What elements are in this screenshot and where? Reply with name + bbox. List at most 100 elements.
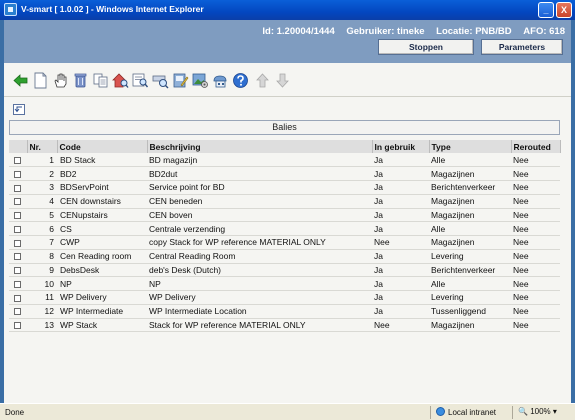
column-header-type[interactable]: Type xyxy=(429,140,512,153)
cell-nr: 11 xyxy=(27,290,57,305)
cell-nr: 1 xyxy=(27,153,57,168)
row-checkbox[interactable] xyxy=(14,239,21,247)
cell-beschrijving: NP xyxy=(147,276,372,291)
new-document-icon[interactable] xyxy=(32,72,49,89)
row-checkbox[interactable] xyxy=(14,308,21,316)
row-checkbox[interactable] xyxy=(9,208,27,223)
binoculars-icon[interactable] xyxy=(152,72,169,89)
table-row[interactable]: 13 WP Stack Stack for WP reference MATERIA… xyxy=(9,318,560,333)
table-row[interactable]: 11 WP Delivery WP Delivery Ja Levering Nee xyxy=(9,290,560,305)
down-arrow-icon[interactable] xyxy=(274,72,291,89)
cell-nr: 10 xyxy=(27,276,57,291)
cell-beschrijving: Central Reading Room xyxy=(147,249,372,264)
row-checkbox[interactable] xyxy=(9,166,27,181)
row-checkbox[interactable] xyxy=(14,322,21,330)
table-row[interactable]: 5 CENupstairs CEN boven Ja Magazijnen Nee xyxy=(9,208,560,223)
help-icon[interactable] xyxy=(232,72,249,89)
row-checkbox[interactable] xyxy=(14,156,21,164)
cell-rerouted: Nee xyxy=(511,318,560,333)
table-row[interactable]: 9 DebsDesk deb's Desk (Dutch) Ja Berichtenve… xyxy=(9,263,560,278)
status-divider xyxy=(512,406,513,419)
row-checkbox[interactable] xyxy=(9,276,27,291)
cell-rerouted: Nee xyxy=(511,290,560,305)
delete-trash-icon[interactable] xyxy=(72,72,89,89)
copy-icon[interactable] xyxy=(92,72,109,89)
edit-document-icon[interactable] xyxy=(172,72,189,89)
row-checkbox[interactable] xyxy=(9,318,27,333)
cell-nr: 3 xyxy=(27,180,57,195)
cell-type: Alle xyxy=(429,153,511,168)
row-checkbox[interactable] xyxy=(14,170,21,178)
row-checkbox[interactable] xyxy=(14,212,21,220)
cell-in-gebruik: Ja xyxy=(372,290,429,305)
column-header-rerouted[interactable]: Rerouted xyxy=(511,140,561,153)
table-row[interactable]: 6 CS Centrale verzending Ja Alle Nee xyxy=(9,221,560,236)
cell-code: DebsDesk xyxy=(57,263,147,278)
table-row[interactable]: 8 Cen Reading room Central Reading Room Ja L… xyxy=(9,249,560,264)
row-checkbox[interactable] xyxy=(14,225,21,233)
balies-panel: Balies Nr. Code Beschrijving In gebruik … xyxy=(9,120,561,333)
row-checkbox[interactable] xyxy=(14,267,21,275)
row-checkbox[interactable] xyxy=(14,198,21,206)
row-checkbox[interactable] xyxy=(9,221,27,236)
row-checkbox[interactable] xyxy=(9,235,27,250)
row-checkbox[interactable] xyxy=(14,184,21,192)
row-checkbox[interactable] xyxy=(9,290,27,305)
row-checkbox[interactable] xyxy=(9,304,27,319)
window-titlebar: V-smart [ 1.0.02 ] - Windows Internet Ex… xyxy=(0,0,575,20)
cell-type: Berichtenverkeer xyxy=(429,263,511,278)
cell-rerouted: Nee xyxy=(511,180,560,195)
cell-beschrijving: BD magazijn xyxy=(147,153,372,168)
cell-beschrijving: deb's Desk (Dutch) xyxy=(147,263,372,278)
image-settings-icon[interactable] xyxy=(192,72,209,89)
status-bar: Done Local intranet 🔍 100% ▾ xyxy=(0,403,575,420)
cell-nr: 6 xyxy=(27,221,57,236)
table-row[interactable]: 3 BDServPoint Service point for BD Ja Berich… xyxy=(9,180,560,195)
column-header-code[interactable]: Code xyxy=(57,140,148,153)
table-row[interactable]: 7 CWP copy Stack for WP reference MATERIAL… xyxy=(9,235,560,250)
cell-type: Magazijnen xyxy=(429,235,511,250)
table-row[interactable]: 10 NP NP Ja Alle Nee xyxy=(9,276,560,291)
row-checkbox[interactable] xyxy=(9,153,27,168)
table-row[interactable]: 4 CEN downstairs CEN beneden Ja Magazijnen Ne… xyxy=(9,194,560,209)
cell-in-gebruik: Ja xyxy=(372,304,429,319)
row-checkbox[interactable] xyxy=(9,194,27,209)
app-icon xyxy=(4,3,17,16)
table-row[interactable]: 2 BD2 BD2dut Ja Magazijnen Nee xyxy=(9,166,560,181)
table-row[interactable]: 12 WP Intermediate WP Intermediate Locatio… xyxy=(9,304,560,319)
zoom-level[interactable]: 🔍 100% ▾ xyxy=(518,407,557,416)
cell-beschrijving: BD2dut xyxy=(147,166,372,181)
column-header-nr[interactable]: Nr. xyxy=(27,140,58,153)
column-header-beschrijving[interactable]: Beschrijving xyxy=(147,140,373,153)
cell-code: CS xyxy=(57,221,147,236)
cell-nr: 5 xyxy=(27,208,57,223)
parameters-button[interactable]: Parameters xyxy=(481,39,563,55)
back-arrow-icon[interactable] xyxy=(12,72,29,89)
app-header: Id: 1.20004/1444 Gebruiker: tineke Locat… xyxy=(4,20,571,63)
cell-code: CWP xyxy=(57,235,147,250)
hand-select-icon[interactable] xyxy=(52,72,69,89)
cell-type: Levering xyxy=(429,290,511,305)
cell-beschrijving: WP Delivery xyxy=(147,290,372,305)
row-checkbox[interactable] xyxy=(9,180,27,195)
up-arrow-icon[interactable] xyxy=(254,72,271,89)
row-checkbox[interactable] xyxy=(14,253,21,261)
minimize-button[interactable]: _ xyxy=(538,2,554,18)
close-button[interactable]: X xyxy=(556,2,572,18)
cell-in-gebruik: Ja xyxy=(372,194,429,209)
row-checkbox[interactable] xyxy=(9,263,27,278)
row-checkbox[interactable] xyxy=(14,294,21,302)
cell-type: Magazijnen xyxy=(429,194,511,209)
refresh-icon[interactable] xyxy=(13,104,25,115)
column-header-in-gebruik[interactable]: In gebruik xyxy=(372,140,430,153)
security-zone: Local intranet xyxy=(436,407,496,417)
row-checkbox[interactable] xyxy=(14,280,21,288)
row-checkbox[interactable] xyxy=(9,249,27,264)
cell-code: BD Stack xyxy=(57,153,147,168)
search-details-icon[interactable] xyxy=(132,72,149,89)
house-search-icon[interactable] xyxy=(112,72,129,89)
stop-button[interactable]: Stoppen xyxy=(378,39,474,55)
network-icon[interactable] xyxy=(212,72,229,89)
cell-code: NP xyxy=(57,276,147,291)
table-row[interactable]: 1 BD Stack BD magazijn Ja Alle Nee xyxy=(9,153,560,168)
